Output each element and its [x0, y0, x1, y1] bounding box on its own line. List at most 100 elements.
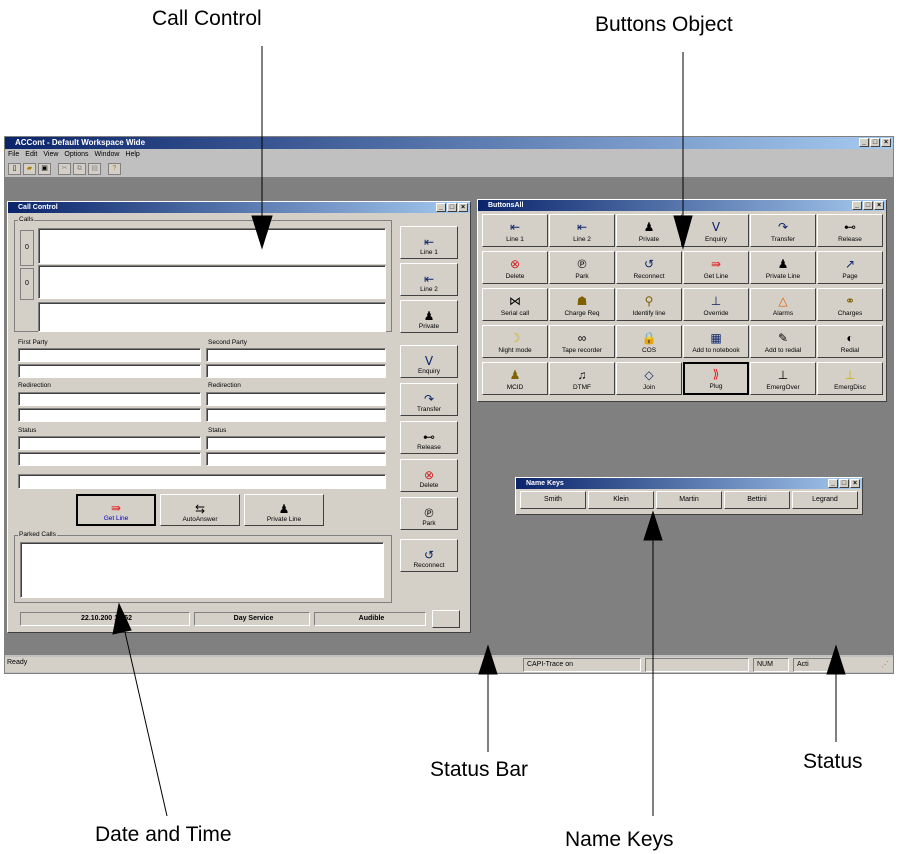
side-button-private[interactable]: ♟ Private: [400, 300, 458, 333]
button-release[interactable]: ⊷ Release: [817, 214, 883, 247]
close-icon[interactable]: ×: [458, 203, 468, 212]
button-private[interactable]: ♟ Private: [616, 214, 682, 247]
side-button-line-2[interactable]: ⇤ Line 2: [400, 263, 458, 296]
open-icon[interactable]: ▰: [23, 163, 36, 175]
save-icon[interactable]: ▣: [38, 163, 51, 175]
callout-name-keys: Name Keys: [565, 828, 674, 851]
redirection-field-2[interactable]: [206, 392, 386, 406]
side-button-enquiry[interactable]: Ⅴ Enquiry: [400, 345, 458, 378]
status-field-2b[interactable]: [206, 452, 386, 466]
cut-icon[interactable]: ✂: [58, 163, 71, 175]
close-icon[interactable]: ×: [881, 138, 891, 147]
button-join[interactable]: ◇ Join: [616, 362, 682, 395]
minimize-icon[interactable]: _: [852, 201, 862, 210]
button-emergdisc[interactable]: ⊥ EmergDisc: [817, 362, 883, 395]
menu-window[interactable]: Window: [95, 149, 120, 161]
button-get-line[interactable]: ⇛ Get Line: [683, 251, 749, 284]
maximize-icon[interactable]: □: [870, 138, 880, 147]
maximize-icon[interactable]: □: [447, 203, 457, 212]
side-button-reconnect[interactable]: ↺ Reconnect: [400, 539, 458, 572]
button-mcid[interactable]: ♟ MCID: [482, 362, 548, 395]
private-line-button[interactable]: ♟ Private Line: [244, 494, 324, 526]
button-add-to-redial[interactable]: ✎ Add to redial: [750, 325, 816, 358]
button-reconnect[interactable]: ↺ Reconnect: [616, 251, 682, 284]
button-emergover[interactable]: ⊥ EmergOver: [750, 362, 816, 395]
menu-options[interactable]: Options: [64, 149, 88, 161]
button-delete[interactable]: ⊗ Delete: [482, 251, 548, 284]
menu-edit[interactable]: Edit: [25, 149, 37, 161]
close-icon[interactable]: ×: [850, 479, 860, 488]
status-field-1b[interactable]: [18, 452, 201, 466]
menu-help[interactable]: Help: [125, 149, 139, 161]
close-icon[interactable]: ×: [874, 201, 884, 210]
call-field-1[interactable]: [38, 228, 386, 264]
second-party-field-2[interactable]: [206, 364, 386, 378]
copy-icon[interactable]: ⧉: [73, 163, 86, 175]
button-page[interactable]: ↗ Page: [817, 251, 883, 284]
button-park[interactable]: ℗ Park: [549, 251, 615, 284]
button-identify-line[interactable]: ⚲ Identify line: [616, 288, 682, 321]
callout-date-and-time: Date and Time: [95, 823, 232, 846]
redirection-field-1[interactable]: [18, 392, 201, 406]
auto-answer-button[interactable]: ⇆ AutoAnswer: [160, 494, 240, 526]
button-redial[interactable]: ◐ Redial: [817, 325, 883, 358]
resize-grip-icon[interactable]: ⋰: [881, 660, 889, 669]
paste-icon[interactable]: ▤: [88, 163, 101, 175]
button-charges[interactable]: ⚭ Charges: [817, 288, 883, 321]
button-night-mode[interactable]: ☽ Night mode: [482, 325, 548, 358]
button-transfer[interactable]: ↷ Transfer: [750, 214, 816, 247]
help-icon[interactable]: ?: [108, 163, 121, 175]
name-key-smith[interactable]: Smith: [520, 491, 586, 509]
minimize-icon[interactable]: _: [828, 479, 838, 488]
menu-file[interactable]: File: [8, 149, 19, 161]
name-key-klein[interactable]: Klein: [588, 491, 654, 509]
name-key-legrand[interactable]: Legrand: [792, 491, 858, 509]
button-add-to-notebook[interactable]: ▦ Add to notebook: [683, 325, 749, 358]
minimize-icon[interactable]: _: [859, 138, 869, 147]
side-button-release[interactable]: ⊷ Release: [400, 421, 458, 454]
button-private-line[interactable]: ♟ Private Line: [750, 251, 816, 284]
button-label: Join: [643, 384, 655, 391]
call-field-2[interactable]: [38, 265, 386, 299]
button-tape-recorder[interactable]: ∞ Tape recorder: [549, 325, 615, 358]
buttons-all-title: ButtonsAll: [488, 202, 524, 209]
second-party-field[interactable]: [206, 348, 386, 362]
button-serial-call[interactable]: ⋈ Serial call: [482, 288, 548, 321]
redirection-field-1b[interactable]: [18, 408, 201, 422]
name-key-bettini[interactable]: Bettini: [724, 491, 790, 509]
status-indicator-button[interactable]: [432, 610, 460, 628]
new-icon[interactable]: ▯: [8, 163, 21, 175]
button-line-2[interactable]: ⇤ Line 2: [549, 214, 615, 247]
first-party-field[interactable]: [18, 348, 201, 362]
side-button-line-1[interactable]: ⇤ Line 1: [400, 226, 458, 259]
menu-view[interactable]: View: [43, 149, 58, 161]
side-button-delete[interactable]: ⊗ Delete: [400, 459, 458, 492]
app-window: ACCont - Default Workspace Wide _ □ × File…: [4, 136, 894, 674]
status-field-2[interactable]: [206, 436, 386, 450]
first-party-field-2[interactable]: [18, 364, 201, 378]
side-button-label: Delete: [419, 482, 439, 489]
get-line-button[interactable]: ⇛ Get Line: [76, 494, 156, 526]
button-charge-req[interactable]: ☗ Charge Req: [549, 288, 615, 321]
call-field-3[interactable]: [38, 302, 386, 332]
button-override[interactable]: ⊥ Override: [683, 288, 749, 321]
button-alarms[interactable]: △ Alarms: [750, 288, 816, 321]
button-plug[interactable]: ⟫ Plug: [683, 362, 749, 395]
status-field-1[interactable]: [18, 436, 201, 450]
mdi-workspace: Call Control _ □ × Calls 0 0 First Party S…: [5, 177, 893, 655]
maximize-icon[interactable]: □: [839, 479, 849, 488]
name-key-martin[interactable]: Martin: [656, 491, 722, 509]
redirection-field-2b[interactable]: [206, 408, 386, 422]
parked-calls-list[interactable]: [20, 542, 384, 598]
button-enquiry[interactable]: Ⅴ Enquiry: [683, 214, 749, 247]
side-button-transfer[interactable]: ↷ Transfer: [400, 383, 458, 416]
button-cos[interactable]: 🔒 COS: [616, 325, 682, 358]
side-button-park[interactable]: ℗ Park: [400, 497, 458, 530]
button-label: Reconnect: [633, 273, 665, 280]
button-line-1[interactable]: ⇤ Line 1: [482, 214, 548, 247]
info-field[interactable]: [18, 474, 386, 489]
maximize-icon[interactable]: □: [863, 201, 873, 210]
minimize-icon[interactable]: _: [436, 203, 446, 212]
park-icon: ℗: [577, 257, 587, 271]
button-dtmf[interactable]: ♫ DTMF: [549, 362, 615, 395]
